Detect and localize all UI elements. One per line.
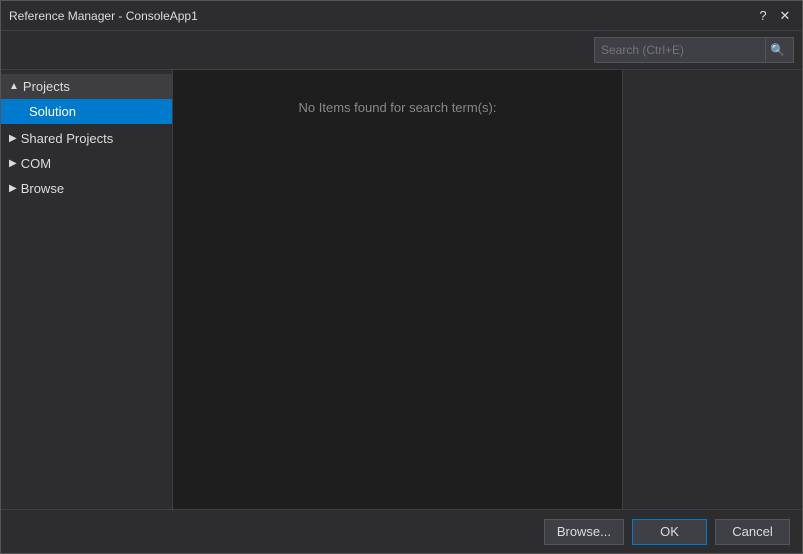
sidebar-item-shared-projects[interactable]: ▶ Shared Projects <box>1 126 172 151</box>
search-container: 🔍 <box>594 37 794 63</box>
sidebar-item-browse-label: Browse <box>21 181 64 196</box>
chevron-up-icon: ▲ <box>9 81 19 92</box>
search-bar: 🔍 <box>1 31 802 70</box>
sidebar-item-solution[interactable]: Solution <box>1 99 172 124</box>
sidebar-item-shared-projects-label: Shared Projects <box>21 131 114 146</box>
sidebar: ▲ Projects Solution ▶ Shared Projects ▶ … <box>1 70 173 509</box>
content-area: No Items found for search term(s): <box>173 70 622 509</box>
window-title: Reference Manager - ConsoleApp1 <box>9 9 198 23</box>
close-button[interactable]: ✕ <box>776 7 794 25</box>
sidebar-item-com[interactable]: ▶ COM <box>1 151 172 176</box>
chevron-right-icon-shared: ▶ <box>9 133 17 144</box>
chevron-right-icon-com: ▶ <box>9 158 17 169</box>
sidebar-item-com-label: COM <box>21 156 51 171</box>
sidebar-item-browse[interactable]: ▶ Browse <box>1 176 172 201</box>
title-controls: ? ✕ <box>754 7 794 25</box>
right-panel <box>622 70 802 509</box>
help-button[interactable]: ? <box>754 7 772 25</box>
sidebar-group-header-projects[interactable]: ▲ Projects <box>1 74 172 99</box>
chevron-right-icon-browse: ▶ <box>9 183 17 194</box>
search-button[interactable]: 🔍 <box>765 38 789 62</box>
browse-button[interactable]: Browse... <box>544 519 624 545</box>
search-icon: 🔍 <box>770 43 785 57</box>
sidebar-group-projects: ▲ Projects Solution <box>1 74 172 124</box>
main-content: 🔍 ▲ Projects Solution <box>1 31 802 509</box>
cancel-button[interactable]: Cancel <box>715 519 790 545</box>
title-bar: Reference Manager - ConsoleApp1 ? ✕ <box>1 1 802 31</box>
sidebar-item-solution-label: Solution <box>29 104 76 119</box>
empty-message: No Items found for search term(s): <box>299 100 497 115</box>
dialog-window: Reference Manager - ConsoleApp1 ? ✕ 🔍 ▲ <box>0 0 803 554</box>
ok-button[interactable]: OK <box>632 519 707 545</box>
body-area: ▲ Projects Solution ▶ Shared Projects ▶ … <box>1 70 802 509</box>
footer: Browse... OK Cancel <box>1 509 802 553</box>
search-input[interactable] <box>595 40 765 60</box>
sidebar-group-label-projects: Projects <box>23 79 70 94</box>
